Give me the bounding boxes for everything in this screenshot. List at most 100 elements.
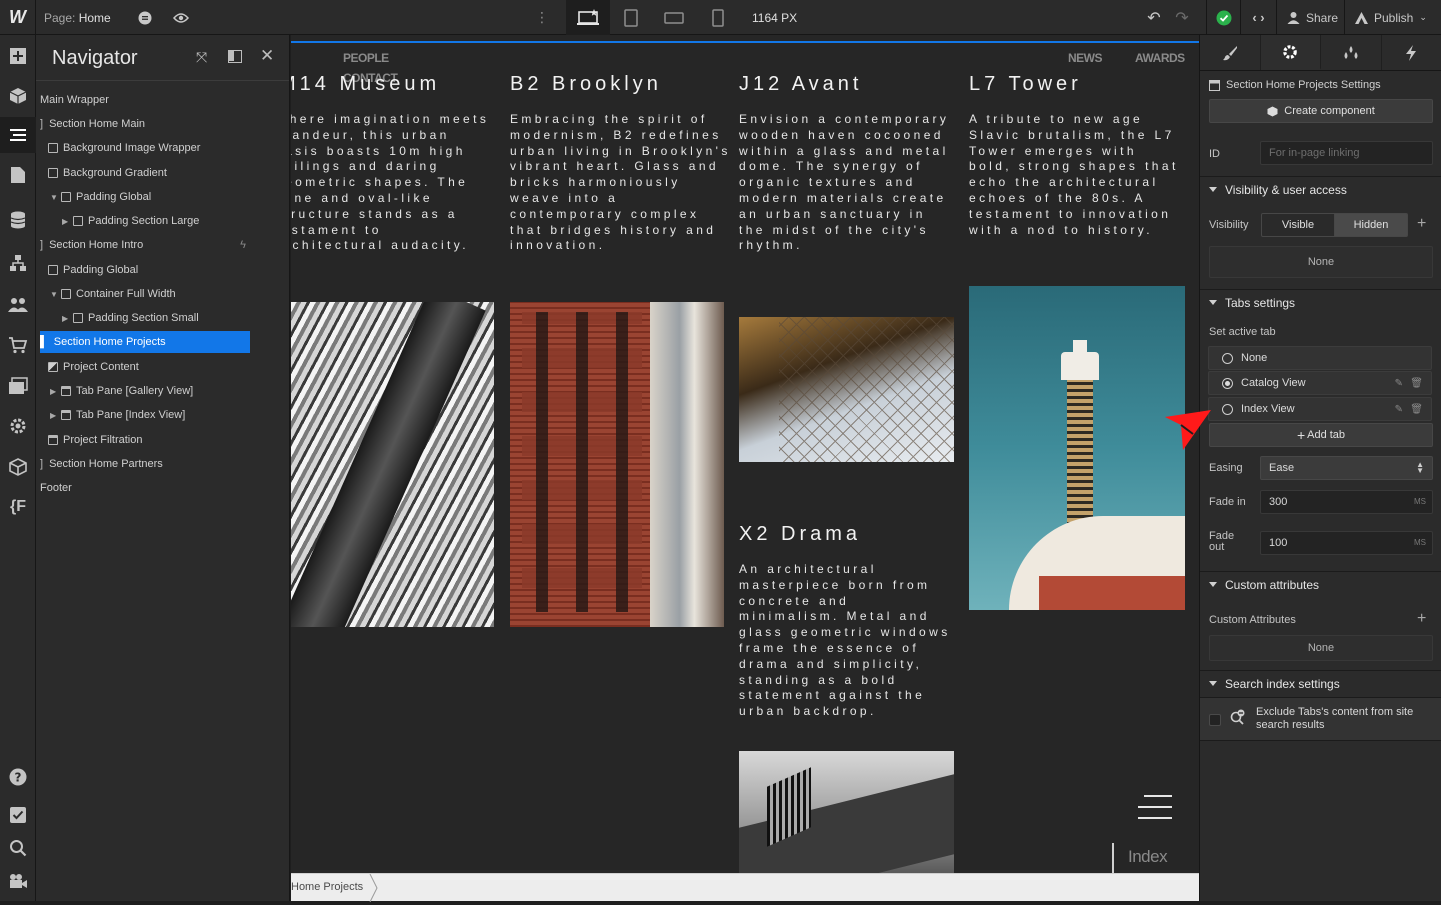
tree-item-section-home-main[interactable]: ]Section Home Main [40, 113, 145, 135]
settings-gear-icon[interactable] [6, 414, 30, 438]
audit-checkbox-icon[interactable] [6, 803, 30, 827]
tree-item-section-home-projects[interactable]: ▌Section Home Projects [40, 331, 250, 353]
tree-item-container-full-width[interactable]: ▼Container Full Width [50, 283, 176, 305]
tree-item-tab-pane-index[interactable]: ▶Tab Pane [Index View] [50, 404, 185, 426]
fade-in-input[interactable]: 300MS [1260, 490, 1433, 514]
desktop-breakpoint-icon[interactable] [566, 0, 610, 35]
mobile-landscape-breakpoint-icon[interactable] [662, 0, 686, 35]
index-view-link[interactable]: Index [1128, 847, 1167, 867]
project-image-tower[interactable] [969, 286, 1185, 610]
site-nav-people[interactable]: PEOPLE [343, 51, 389, 65]
project-image-museum[interactable] [291, 302, 494, 627]
interactions-bolt-icon[interactable] [1382, 35, 1441, 70]
tabs-settings-section-header[interactable]: Tabs settings [1200, 289, 1441, 315]
tree-item-project-content[interactable]: Project Content [48, 356, 139, 378]
add-tab-button[interactable]: +Add tab [1209, 423, 1433, 447]
hidden-toggle[interactable]: Hidden [1334, 213, 1408, 237]
settings-gear-tab-icon[interactable] [1261, 35, 1322, 70]
mobile-portrait-breakpoint-icon[interactable] [708, 0, 728, 35]
project-image-avant[interactable] [739, 317, 954, 462]
dock-panel-icon[interactable] [228, 50, 242, 63]
tab-option-catalog-view[interactable]: Catalog View ✎ 🗑 [1208, 371, 1432, 395]
add-elements-icon[interactable] [6, 44, 30, 68]
user-icon [1287, 11, 1300, 24]
tree-item-label: Main Wrapper [40, 94, 109, 106]
caret-down-icon[interactable]: ▼ [50, 193, 58, 202]
apps-cube-icon[interactable] [6, 455, 30, 479]
edit-pencil-icon[interactable]: ✎ [1395, 404, 1403, 415]
cms-database-icon[interactable] [6, 208, 30, 232]
search-index-section-header[interactable]: Search index settings [1200, 670, 1441, 696]
tree-item-tab-pane-gallery[interactable]: ▶Tab Pane [Gallery View] [50, 380, 193, 402]
share-button[interactable]: Share [1276, 0, 1344, 35]
create-component-button[interactable]: Create component [1209, 99, 1433, 123]
caret-right-icon[interactable]: ▶ [62, 217, 70, 226]
tab-option-index-view[interactable]: Index View ✎ 🗑 [1208, 397, 1432, 421]
close-icon[interactable]: ✕ [260, 46, 274, 66]
preview-eye-icon[interactable] [170, 0, 192, 35]
visibility-section-header[interactable]: Visibility & user access [1200, 176, 1441, 202]
tree-item-padding-section-large[interactable]: ▶Padding Section Large [62, 210, 199, 232]
id-input[interactable]: For in-page linking [1260, 141, 1433, 165]
style-brush-icon[interactable] [1200, 35, 1261, 70]
more-icon[interactable]: ⋮ [534, 0, 550, 35]
exclude-search-checkbox[interactable] [1209, 714, 1221, 726]
tree-item-padding-global[interactable]: ▼ Padding Global [50, 186, 151, 208]
navigator-icon[interactable] [0, 117, 36, 153]
fade-out-input[interactable]: 100MS [1260, 531, 1433, 555]
custom-attributes-section-header[interactable]: Custom attributes [1200, 571, 1441, 597]
style-manager-drops-icon[interactable] [1321, 35, 1382, 70]
tree-item-footer[interactable]: Footer [40, 477, 72, 499]
caret-down-icon[interactable]: ▼ [50, 290, 58, 299]
cms-icon[interactable] [134, 0, 156, 35]
tree-item-label: Padding Global [76, 191, 151, 203]
trash-icon[interactable]: 🗑 [1410, 378, 1423, 389]
tree-item-background-image-wrapper[interactable]: Background Image Wrapper [48, 137, 200, 159]
tree-item-section-home-intro[interactable]: ]Section Home Introϟ [40, 234, 250, 256]
caret-down-icon [1209, 187, 1217, 192]
edit-pencil-icon[interactable]: ✎ [1395, 378, 1403, 389]
caret-right-icon[interactable]: ▶ [62, 314, 70, 323]
tree-item-background-gradient[interactable]: Background Gradient [48, 162, 167, 184]
tablet-breakpoint-icon[interactable] [620, 0, 642, 35]
publish-status-icon[interactable] [1206, 0, 1240, 35]
tab-option-none[interactable]: None [1208, 346, 1432, 370]
logic-icon[interactable] [6, 251, 30, 275]
add-attribute-icon[interactable]: + [1417, 610, 1426, 628]
project-image-brooklyn[interactable] [510, 302, 724, 627]
site-nav-news[interactable]: NEWS [1068, 51, 1102, 65]
publish-button[interactable]: Publish ⌄ [1344, 0, 1441, 35]
div-block-icon [48, 168, 58, 178]
variables-icon[interactable]: {F [6, 495, 30, 519]
undo-icon[interactable]: ↶ [1144, 0, 1164, 35]
users-icon[interactable] [6, 292, 30, 316]
tree-item-padding-global-2[interactable]: Padding Global [48, 259, 138, 281]
add-condition-icon[interactable]: + [1417, 215, 1426, 233]
tree-item-project-filtration[interactable]: Project Filtration [48, 429, 142, 451]
code-icon[interactable]: ‹ › [1240, 0, 1276, 35]
caret-right-icon[interactable]: ▶ [50, 411, 58, 420]
search-icon[interactable] [6, 836, 30, 860]
assets-icon[interactable] [6, 374, 30, 398]
visible-toggle[interactable]: Visible [1261, 213, 1335, 237]
tree-item-padding-section-small[interactable]: ▶Padding Section Small [62, 307, 199, 329]
hamburger-menu-icon[interactable] [1138, 795, 1172, 820]
redo-icon[interactable]: ↷ [1172, 0, 1192, 35]
components-icon[interactable] [6, 84, 30, 108]
page-selector[interactable]: Page: Home [44, 0, 111, 35]
webflow-logo[interactable]: W [0, 0, 36, 35]
site-nav-awards[interactable]: AWARDS [1135, 51, 1185, 65]
collapse-all-icon[interactable]: ⤧ [196, 49, 207, 66]
design-canvas[interactable]: PEOPLE CONTACT NEWS AWARDS M14 Museum Wh… [291, 35, 1199, 873]
pages-icon[interactable] [6, 163, 30, 187]
ecommerce-cart-icon[interactable] [6, 333, 30, 357]
help-icon[interactable]: ? [6, 765, 30, 789]
project-image-drama[interactable] [739, 751, 954, 873]
caret-right-icon[interactable]: ▶ [50, 387, 58, 396]
trash-icon[interactable]: 🗑 [1410, 404, 1423, 415]
tree-item-section-home-partners[interactable]: ]Section Home Partners [40, 453, 163, 475]
tree-item-main-wrapper[interactable]: Main Wrapper [40, 89, 109, 111]
easing-select[interactable]: Ease▲▼ [1260, 456, 1433, 480]
breadcrumb-item[interactable]: Home Projects [291, 881, 363, 893]
video-tutorials-icon[interactable] [6, 869, 30, 893]
